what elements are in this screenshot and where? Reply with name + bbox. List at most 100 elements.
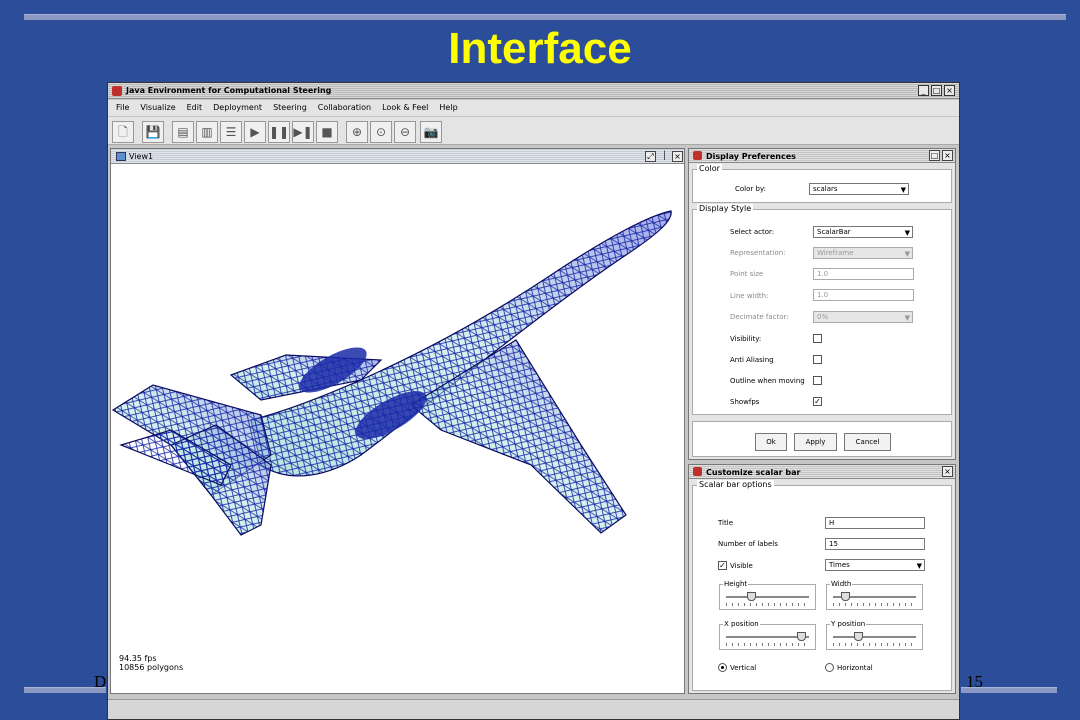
view-detach-button[interactable]: ⤢	[645, 151, 656, 162]
x-position-slider-box: X position	[719, 620, 816, 650]
y-position-slider-ticks	[833, 643, 916, 646]
width-label: Width	[830, 580, 853, 588]
list-icon[interactable]: ☰	[220, 121, 242, 143]
font-value: Times	[829, 561, 850, 569]
close-button[interactable]: ×	[944, 85, 955, 96]
menu-steering[interactable]: Steering	[273, 100, 307, 116]
vertical-radio[interactable]	[718, 663, 727, 672]
maximize-button[interactable]: □	[931, 85, 942, 96]
new-file-icon[interactable]: 🗋	[112, 121, 134, 143]
width-slider-thumb[interactable]	[841, 592, 851, 601]
scalar-dialog-close-button[interactable]: ×	[942, 466, 953, 477]
number-of-labels-label: Number of labels	[718, 540, 778, 548]
select-actor-select[interactable]: ScalarBar ▼	[813, 226, 913, 238]
menu-visualize[interactable]: Visualize	[140, 100, 175, 116]
render-stats: 94.35 fps 10856 polygons	[119, 654, 183, 672]
zoom-out-icon[interactable]: ⊖	[394, 121, 416, 143]
fps-readout: 94.35 fps	[119, 654, 157, 663]
scalar-bar-header: Customize scalar bar ×	[689, 465, 955, 479]
visible-checkbox[interactable]: ✓	[718, 561, 727, 570]
outline-checkbox[interactable]	[813, 376, 822, 385]
menu-file[interactable]: File	[116, 100, 129, 116]
customize-scalar-bar-dialog: Customize scalar bar × Scalar bar option…	[688, 464, 956, 694]
line-width-field[interactable]: 1.0	[813, 289, 914, 301]
display-preferences-title: Display Preferences	[706, 152, 796, 161]
y-position-slider-track[interactable]	[833, 636, 916, 638]
view-panel: View1 ⤢ │ × 94.35 fps 10856 polygons	[110, 148, 685, 694]
width-slider-ticks	[833, 603, 916, 606]
scalar-bar-options-group: Scalar bar options Title H Number of lab…	[692, 480, 952, 691]
pause-icon[interactable]: ❚❚	[268, 121, 290, 143]
x-position-slider-thumb[interactable]	[796, 632, 806, 641]
representation-select[interactable]: Wireframe ▼	[813, 247, 913, 259]
chevron-down-icon: ▼	[904, 314, 910, 322]
save-icon[interactable]: 💾	[142, 121, 164, 143]
showfps-label: Showfps	[730, 398, 760, 406]
decimate-factor-value: 0%	[817, 313, 829, 321]
visibility-checkbox[interactable]	[813, 334, 822, 343]
slide-page-number: 15	[966, 672, 983, 691]
horizontal-label: Horizontal	[837, 664, 873, 672]
height-slider-ticks	[726, 603, 809, 606]
horizontal-radio[interactable]	[825, 663, 834, 672]
status-bar	[108, 699, 959, 719]
display-style-group: Display Style Select actor: ScalarBar ▼ …	[692, 204, 952, 415]
menu-help[interactable]: Help	[439, 100, 457, 116]
polygon-count: 10856 polygons	[119, 663, 184, 672]
airplane-wireframe-render[interactable]	[111, 165, 684, 693]
color-group: Color Color by: scalars ▼	[692, 164, 952, 203]
menu-bar: File Visualize Edit Deployment Steering …	[108, 100, 959, 116]
decimate-factor-select[interactable]: 0% ▼	[813, 311, 913, 323]
view-title: View1	[129, 152, 154, 161]
play-icon[interactable]: ▶	[244, 121, 266, 143]
slide-footer-text: D	[94, 672, 107, 691]
height-slider-box: Height	[719, 580, 816, 610]
view-icon	[116, 152, 126, 161]
point-size-field[interactable]: 1.0	[813, 268, 914, 280]
point-size-label: Point size	[730, 270, 764, 278]
open-icon[interactable]: ▤	[172, 121, 194, 143]
scalar-title-label: Title	[718, 519, 734, 527]
apply-button[interactable]: Apply	[794, 433, 837, 451]
font-select[interactable]: Times ▼	[825, 559, 925, 571]
window-titlebar[interactable]: Java Environment for Computational Steer…	[108, 83, 959, 99]
width-slider-box: Width	[826, 580, 923, 610]
stop-icon[interactable]: ■	[316, 121, 338, 143]
menu-collaboration[interactable]: Collaboration	[318, 100, 371, 116]
height-slider-thumb[interactable]	[746, 592, 756, 601]
menu-deployment[interactable]: Deployment	[213, 100, 262, 116]
number-of-labels-field[interactable]: 15	[825, 538, 925, 550]
ok-button[interactable]: Ok	[755, 433, 787, 451]
menu-look-and-feel[interactable]: Look & Feel	[382, 100, 428, 116]
view-close-button[interactable]: ×	[672, 151, 683, 162]
height-slider-track[interactable]	[726, 596, 809, 598]
scalar-title-field[interactable]: H	[825, 517, 925, 529]
cancel-button[interactable]: Cancel	[844, 433, 891, 451]
dialog-close-button[interactable]: ×	[942, 150, 953, 161]
chevron-down-icon: ▼	[916, 562, 922, 570]
y-position-label: Y position	[830, 620, 867, 628]
showfps-checkbox[interactable]: ✓	[813, 397, 822, 406]
y-position-slider-thumb[interactable]	[853, 632, 863, 641]
chevron-down-icon: ▼	[904, 229, 910, 237]
dialog-maximize-button[interactable]: □	[929, 150, 940, 161]
scalar-bar-options-title: Scalar bar options	[697, 480, 774, 489]
color-group-title: Color	[697, 164, 722, 173]
anti-aliasing-checkbox[interactable]	[813, 355, 822, 364]
zoom-fit-icon[interactable]: ⊙	[370, 121, 392, 143]
menu-edit[interactable]: Edit	[187, 100, 203, 116]
view-separator-icon: │	[662, 151, 667, 160]
display-preferences-header: Display Preferences □ ×	[689, 149, 955, 163]
color-by-select[interactable]: scalars ▼	[809, 183, 909, 195]
zoom-in-icon[interactable]: ⊕	[346, 121, 368, 143]
book-icon[interactable]: ▥	[196, 121, 218, 143]
visible-label: Visible	[730, 562, 753, 570]
chevron-down-icon: ▼	[904, 250, 910, 258]
camera-icon[interactable]: 📷	[420, 121, 442, 143]
minimize-button[interactable]: _	[918, 85, 929, 96]
display-preferences-dialog: Display Preferences □ × Color Color by: …	[688, 148, 956, 460]
x-position-slider-ticks	[726, 643, 809, 646]
slide-top-rule	[24, 14, 1066, 20]
step-icon[interactable]: ▶❚	[292, 121, 314, 143]
x-position-label: X position	[723, 620, 760, 628]
